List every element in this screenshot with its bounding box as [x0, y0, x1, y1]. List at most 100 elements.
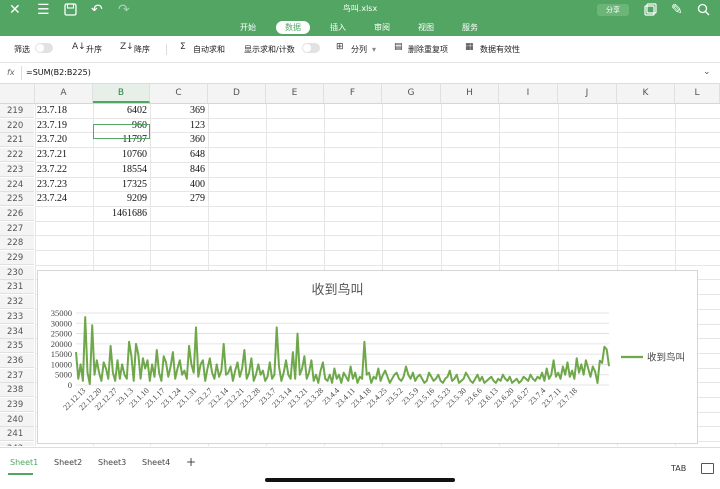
row-header[interactable]: 235: [0, 339, 34, 354]
formula-input[interactable]: =SUM(B2:B225): [26, 68, 91, 77]
tab-data[interactable]: 数据: [276, 21, 310, 34]
home-indicator: [265, 478, 455, 482]
column-header-a[interactable]: A: [35, 84, 93, 103]
tab-review[interactable]: 审阅: [366, 21, 398, 34]
column-header-e[interactable]: E: [266, 84, 324, 103]
cell-b[interactable]: 1461686: [93, 207, 147, 221]
autosum-button[interactable]: 自动求和: [193, 44, 225, 55]
cell-c[interactable]: 369: [150, 104, 205, 118]
share-button[interactable]: 分享: [597, 4, 629, 16]
column-header-d[interactable]: D: [208, 84, 266, 103]
column-header-c[interactable]: C: [150, 84, 208, 103]
cell-a[interactable]: 23.7.22: [37, 163, 91, 177]
panel-icon[interactable]: [644, 3, 657, 19]
sort-asc-icon: A↓: [72, 42, 86, 52]
column-header-j[interactable]: J: [558, 84, 617, 103]
row-header[interactable]: 227: [0, 221, 34, 236]
chevron-down-icon[interactable]: ⌄: [703, 67, 711, 77]
row-header[interactable]: 231: [0, 280, 34, 295]
sort-desc-icon: Z↓: [120, 42, 134, 52]
cell-a[interactable]: 23.7.20: [37, 133, 91, 147]
column-header-h[interactable]: H: [441, 84, 499, 103]
row-header[interactable]: 238: [0, 383, 34, 398]
row-header[interactable]: 241: [0, 427, 34, 442]
row-header[interactable]: 233: [0, 309, 34, 324]
cell-b[interactable]: 10760: [93, 148, 147, 162]
cell-c[interactable]: 400: [150, 178, 205, 192]
split-button[interactable]: 分列: [351, 44, 367, 55]
column-header-b[interactable]: B: [93, 84, 150, 103]
row-header[interactable]: 225: [0, 192, 34, 207]
row-header[interactable]: 230: [0, 265, 34, 280]
row-header[interactable]: 226: [0, 206, 34, 221]
data-validation-button[interactable]: 数据有效性: [480, 44, 520, 55]
column-header-i[interactable]: I: [499, 84, 558, 103]
y-tick-label: 0: [68, 380, 72, 390]
row-header[interactable]: 239: [0, 398, 34, 412]
cell-b[interactable]: 18554: [93, 163, 147, 177]
filter-label: 筛选: [14, 45, 30, 54]
cell-a[interactable]: 23.7.19: [37, 119, 91, 133]
row-header[interactable]: 222: [0, 148, 34, 163]
sheet-tab-sheet2[interactable]: Sheet2: [54, 458, 82, 467]
add-sheet-button[interactable]: +: [186, 455, 196, 469]
cell-b[interactable]: 6402: [93, 104, 147, 118]
column-header: A B C D E F G H I J K L: [0, 84, 720, 104]
column-header-f[interactable]: F: [324, 84, 382, 103]
y-tick-label: 25000: [51, 329, 72, 339]
corner-cell[interactable]: [0, 84, 35, 103]
show-sum-toggle[interactable]: [302, 43, 320, 53]
sheet-tab-sheet4[interactable]: Sheet4: [142, 458, 170, 467]
column-header-g[interactable]: G: [382, 84, 441, 103]
row-header[interactable]: 219: [0, 104, 34, 118]
pen-icon[interactable]: ✎: [671, 3, 683, 17]
cell-c[interactable]: 648: [150, 148, 205, 162]
row-header[interactable]: 224: [0, 177, 34, 192]
row-header[interactable]: 234: [0, 324, 34, 339]
filter-toggle[interactable]: [35, 43, 53, 53]
row-header[interactable]: 236: [0, 353, 34, 368]
row-header[interactable]: 221: [0, 133, 34, 148]
tab-key-button[interactable]: TAB: [671, 464, 686, 473]
row-header[interactable]: 223: [0, 162, 34, 177]
row-header[interactable]: 242: [0, 442, 34, 446]
cell-a[interactable]: 23.7.21: [37, 148, 91, 162]
y-tick-label: 35000: [51, 308, 72, 318]
column-header-l[interactable]: L: [675, 84, 720, 103]
column-header-k[interactable]: K: [617, 84, 675, 103]
tab-insert[interactable]: 插入: [322, 21, 354, 34]
cell-c[interactable]: 360: [150, 133, 205, 147]
cell-c[interactable]: 123: [150, 119, 205, 133]
cell-c[interactable]: 279: [150, 192, 205, 206]
remove-duplicates-button[interactable]: 删除重复项: [408, 44, 448, 55]
data-toolbar: 筛选 A↓ 升序 Z↓ 降序 Σ 自动求和 显示求和/计数 ⊞ 分列 ▾ ▤ 删…: [0, 37, 720, 63]
row-header[interactable]: 232: [0, 295, 34, 310]
row-header[interactable]: 220: [0, 118, 34, 133]
cell-b[interactable]: 17325: [93, 178, 147, 192]
sort-desc-button[interactable]: 降序: [134, 44, 150, 55]
chevron-down-icon[interactable]: ▾: [372, 44, 376, 55]
tab-start[interactable]: 开始: [232, 21, 264, 34]
cell-a[interactable]: 23.7.18: [37, 104, 91, 118]
cell-c[interactable]: 846: [150, 163, 205, 177]
row-header[interactable]: 228: [0, 236, 34, 251]
cell-b[interactable]: 9209: [93, 192, 147, 206]
tab-service[interactable]: 服务: [454, 21, 486, 34]
row-header[interactable]: 240: [0, 412, 34, 427]
sort-asc-button[interactable]: 升序: [86, 44, 102, 55]
cell-a[interactable]: 23.7.23: [37, 178, 91, 192]
sheet-tab-sheet1[interactable]: Sheet1: [10, 458, 38, 467]
selected-cell-outline: [93, 124, 150, 139]
search-icon[interactable]: [697, 3, 710, 19]
row-header[interactable]: 237: [0, 368, 34, 383]
cell-a[interactable]: 23.7.24: [37, 192, 91, 206]
sheet-tab-sheet3[interactable]: Sheet3: [98, 458, 126, 467]
formula-divider: [21, 66, 22, 80]
y-tick-label: 15000: [51, 349, 72, 359]
line-chart: 收到鸟叫 05000100001500020000250003000035000 2…: [51, 282, 685, 412]
row-header[interactable]: 229: [0, 251, 34, 265]
keyboard-icon[interactable]: [701, 463, 714, 474]
tab-view[interactable]: 视图: [410, 21, 442, 34]
chart-object[interactable]: 收到鸟叫 0 5000 10000 15000 20000 25000 30000 35000 2…: [37, 270, 698, 444]
y-tick-label: 5000: [55, 370, 72, 380]
